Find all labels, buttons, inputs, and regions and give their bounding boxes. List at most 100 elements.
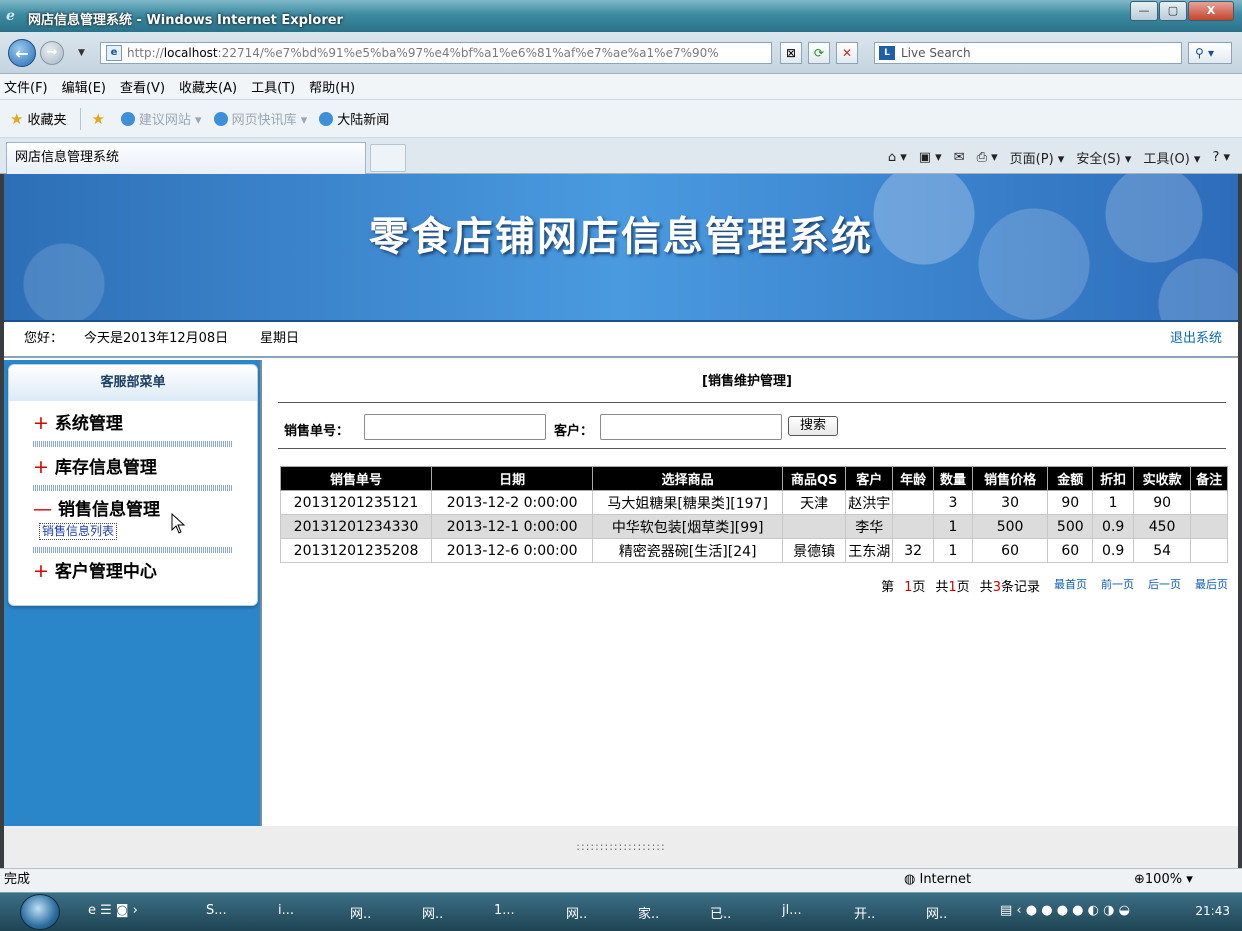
search-button[interactable]: ⚲ ▾ [1188,42,1232,64]
task-button[interactable]: 1... [494,903,515,918]
banner: 零食店铺网店信息管理系统 [4,174,1238,322]
table-row[interactable]: 20131201235121 2013-12-2 0:00:00 马大姐糖果[糖… [279,490,1228,515]
web-slice-link[interactable]: 网页快讯库 ▾ [213,109,307,128]
print-icon[interactable]: ⎙ ▾ [977,150,998,165]
task-button[interactable]: i... [278,903,294,918]
add-favorite-button[interactable]: ★ [91,110,108,128]
sidebar-item-sales[interactable]: — 销售信息管理 [33,495,160,520]
back-button[interactable]: ← [8,39,36,67]
sidebar-subitem-sales-list[interactable]: 销售信息列表 [39,523,118,540]
first-page-link[interactable]: 最首页 [1054,576,1087,595]
ie-page-icon [319,111,334,126]
menu-tools[interactable]: 工具(T) [251,77,295,96]
stop-icon[interactable]: ✕ [836,42,858,64]
minimize-button[interactable]: — [1130,1,1158,21]
task-button[interactable]: 网.. [566,903,587,922]
task-button[interactable]: 开.. [854,903,875,922]
zoom-control[interactable]: ⊕100% ▾ [1134,869,1193,891]
tab-bar: 网店信息管理系统 ⌂ ▾ ▣ ▾ ✉ ⎙ ▾ 页面(P) ▾ 安全(S) ▾ 工… [0,138,1242,174]
task-button-active[interactable]: 网.. [926,903,947,922]
help-icon[interactable]: ? ▾ [1212,150,1230,165]
start-button[interactable] [20,894,60,930]
prev-page-link[interactable]: 前一页 [1101,576,1134,595]
cell-amount: 90 [1047,490,1094,515]
date-text: 今天是2013年12月08日 [84,331,229,346]
compat-view-icon[interactable]: ⊠ [780,42,802,64]
cell-price: 30 [971,490,1049,515]
tray-icons[interactable]: ▤ ‹ ● ● ● ● ◐ ◑ ◒ [1000,903,1130,918]
expand-icon: + [33,412,49,434]
menu-bar: 文件(F) 编辑(E) 查看(V) 收藏夹(A) 工具(T) 帮助(H) [0,74,1242,100]
news-link[interactable]: 大陆新闻 [319,109,389,128]
customer-input[interactable] [600,414,782,440]
search-input[interactable]: L Live Search [874,42,1182,64]
table-row[interactable]: 20131201234330 2013-12-1 0:00:00 中华软包装[烟… [279,514,1228,539]
current-page-info: 第 1页 [871,576,925,595]
cell-discount: 1 [1092,490,1135,515]
cell-customer: 赵洪宇 [845,490,894,515]
sidebar-item-system[interactable]: + 系统管理 [33,409,123,434]
page-title: [销售维护管理] [702,374,792,389]
safety-menu[interactable]: 安全(S) ▾ [1076,148,1131,167]
task-button[interactable]: 网.. [350,903,371,922]
record-count-info: 共3条记录 [980,576,1040,595]
column-header: 数量 [933,466,973,491]
close-button[interactable]: X [1188,1,1234,21]
menu-edit[interactable]: 编辑(E) [62,77,106,96]
last-page-link[interactable]: 最后页 [1195,576,1228,595]
pager-text: 第 [881,580,895,595]
order-no-input[interactable] [364,414,546,440]
url-prefix: http:// [127,46,164,60]
history-dropdown-icon[interactable]: ▼ [78,48,85,58]
tab-current[interactable]: 网店信息管理系统 [6,142,366,174]
ie-page-icon [213,111,228,126]
menu-favorites[interactable]: 收藏夹(A) [179,77,237,96]
page-menu[interactable]: 页面(P) ▾ [1010,148,1065,167]
clock: 21:43 [1195,904,1230,918]
cell-note [1190,490,1228,515]
task-button[interactable]: 已.. [710,903,731,922]
task-button[interactable]: jl... [782,903,802,918]
security-zone[interactable]: ◍ Internet [904,869,971,891]
address-input[interactable]: e http://localhost:22714/%e7%bd%91%e5%ba… [100,42,772,64]
tools-menu[interactable]: 工具(O) ▾ [1143,148,1200,167]
sidebar-item-label: 系统管理 [54,414,123,434]
page-icon: e [106,45,122,61]
cell-order-no: 20131201235121 [279,490,433,515]
main-panel: [销售维护管理] 销售单号： 客户： 搜索 销售单号 日期 选择商品 商品QS … [266,360,1238,826]
favorites-button[interactable]: ★ 收藏夹 [10,109,66,129]
table-row[interactable]: 20131201235208 2013-12-6 0:00:00 精密瓷器碗[生… [279,538,1228,563]
record-count-number: 3 [992,580,1001,595]
logout-link[interactable]: 退出系统 [1170,322,1222,356]
suggested-sites-link[interactable]: 建议网站 ▾ [120,109,202,128]
page-footer: ::::::::::::::::::: [4,826,1238,868]
cell-age [892,490,935,515]
maximize-button[interactable]: ▢ [1159,1,1187,21]
feeds-icon[interactable]: ▣ ▾ [919,150,942,165]
next-page-link[interactable]: 后一页 [1148,576,1181,595]
cell-age [892,514,935,539]
menu-help[interactable]: 帮助(H) [309,77,355,96]
cell-product: 中华软包装[烟草类][99] [592,514,784,539]
new-tab-button[interactable] [370,144,406,172]
column-header: 客户 [845,466,894,491]
page-content: 零食店铺网店信息管理系统 您好： 今天是2013年12月08日 星期日 退出系统… [0,174,1242,868]
task-button[interactable]: 网.. [422,903,443,922]
cell-date: 2013-12-6 0:00:00 [431,538,594,563]
refresh-icon[interactable]: ⟳ [808,42,830,64]
sidebar-item-customers[interactable]: + 客户管理中心 [33,557,157,582]
task-button[interactable]: 家.. [638,903,659,922]
sidebar-item-inventory[interactable]: + 库存信息管理 [33,453,157,478]
mail-icon[interactable]: ✉ [954,150,965,165]
forward-button[interactable]: → [40,41,64,65]
home-icon[interactable]: ⌂ ▾ [888,150,907,165]
menu-view[interactable]: 查看(V) [120,77,165,96]
menu-file[interactable]: 文件(F) [4,77,48,96]
column-header: 年龄 [892,466,935,491]
cell-price: 60 [971,538,1049,563]
quick-launch-icons[interactable]: e ☰ ◙ › [88,903,138,918]
task-button[interactable]: S... [206,903,227,918]
column-header: 日期 [431,466,594,491]
search-button[interactable]: 搜索 [788,416,838,436]
cell-received: 450 [1133,514,1192,539]
